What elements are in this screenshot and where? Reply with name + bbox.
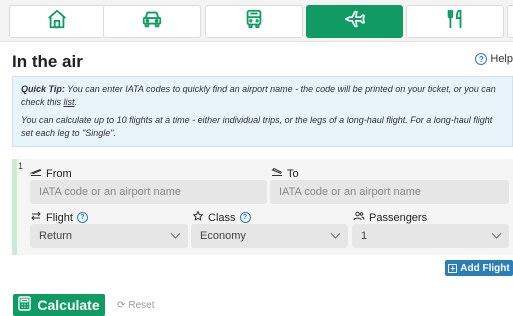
class-label: Class xyxy=(208,211,236,224)
to-label-group: To xyxy=(271,166,299,181)
reset-button[interactable]: ⟳ Reset xyxy=(117,300,155,311)
tip-line-1: Quick Tip: You can enter IATA codes to q… xyxy=(21,83,504,109)
from-label-group: From xyxy=(29,166,72,181)
page-title: In the air xyxy=(12,52,83,71)
chevron-down-icon xyxy=(170,228,181,239)
from-input[interactable]: IATA code or an airport name xyxy=(30,180,267,204)
flight-type-value: Return xyxy=(39,230,73,242)
quick-tip-box: Quick Tip: You can enter IATA codes to q… xyxy=(12,76,513,147)
bus-icon xyxy=(243,8,265,35)
home-icon xyxy=(46,8,68,35)
to-label: To xyxy=(287,167,299,180)
add-flight-label: Add Flight xyxy=(460,262,510,274)
people-icon xyxy=(353,210,365,225)
food-icon xyxy=(444,8,466,35)
flight-help-icon[interactable]: ? xyxy=(76,212,88,223)
departure-icon xyxy=(29,166,42,181)
plane-icon xyxy=(344,8,366,35)
tab-car[interactable] xyxy=(103,5,201,38)
chevron-down-icon xyxy=(330,228,341,239)
passengers-select[interactable]: 1 xyxy=(352,224,509,248)
quick-tip-label: Quick Tip: xyxy=(21,84,65,94)
reset-label: Reset xyxy=(128,300,155,311)
from-label: From xyxy=(46,167,72,180)
calculator-icon xyxy=(18,296,32,314)
to-input[interactable]: IATA code or an airport name xyxy=(270,180,509,204)
passengers-label-group: Passengers xyxy=(353,210,427,225)
passengers-value: 1 xyxy=(361,230,368,242)
star-icon xyxy=(192,210,204,225)
tip-line-2: You can calculate up to 10 flights at a … xyxy=(21,115,493,138)
tab-bus[interactable] xyxy=(205,5,303,38)
calculate-button[interactable]: Calculate xyxy=(13,294,105,316)
tab-home[interactable] xyxy=(9,5,105,38)
flight-label-group: Flight ? xyxy=(30,210,88,225)
iata-list-link[interactable]: list xyxy=(64,97,75,107)
flight-type-label: Flight xyxy=(46,211,73,224)
class-label-group: Class ? xyxy=(192,210,251,225)
arrival-icon xyxy=(271,166,283,181)
class-select[interactable]: Economy xyxy=(191,224,348,248)
plus-icon: + xyxy=(448,263,458,273)
category-tabs xyxy=(0,0,513,42)
chevron-down-icon xyxy=(491,228,502,239)
tab-more[interactable] xyxy=(507,5,513,38)
car-icon xyxy=(141,8,163,35)
swap-arrows-icon xyxy=(30,210,42,225)
refresh-icon: ⟳ xyxy=(117,300,126,311)
flight-type-select[interactable]: Return xyxy=(30,224,188,248)
add-flight-button[interactable]: + Add Flight xyxy=(445,260,513,276)
flight-row-number: 1 xyxy=(18,161,24,171)
tip-period: . xyxy=(74,97,78,107)
tab-plane[interactable] xyxy=(306,5,403,38)
tab-food[interactable] xyxy=(406,5,504,38)
tip-text: You can enter IATA codes to quickly find… xyxy=(21,84,496,107)
help-icon: ? xyxy=(475,53,488,65)
class-help-icon[interactable]: ? xyxy=(239,212,251,223)
help-link[interactable]: ? Help xyxy=(475,53,513,65)
calculate-label: Calculate xyxy=(37,297,100,313)
class-value: Economy xyxy=(200,230,246,242)
passengers-label: Passengers xyxy=(369,211,428,224)
help-label: Help xyxy=(490,53,513,65)
